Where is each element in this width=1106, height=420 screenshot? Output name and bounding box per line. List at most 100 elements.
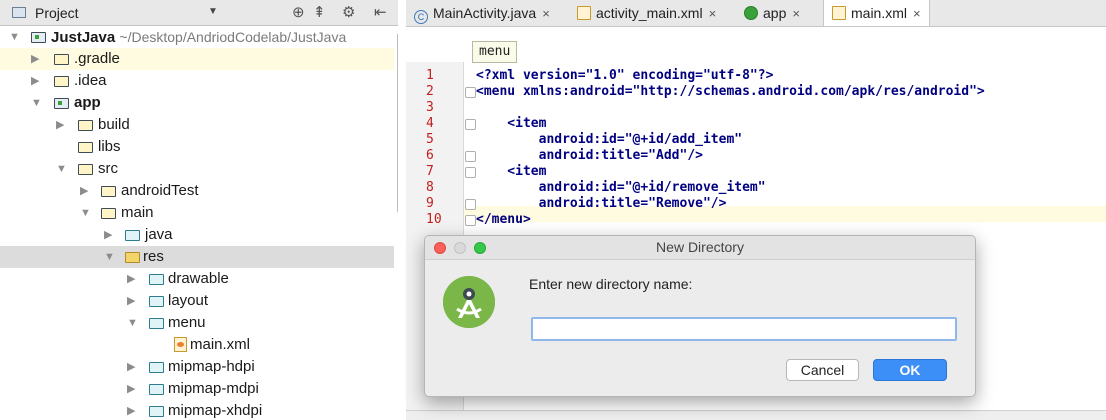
fold-marker-icon[interactable] xyxy=(465,199,476,210)
breadcrumb[interactable]: menu xyxy=(472,41,518,63)
crosshair-icon[interactable]: ⊕ xyxy=(292,3,305,21)
chevron-down-icon[interactable]: ▼ xyxy=(9,26,20,48)
code-line[interactable]: <item xyxy=(476,164,546,180)
tree-item-mipmap-mdpi[interactable]: ▶ mipmap-mdpi xyxy=(0,378,394,400)
fold-marker-icon[interactable] xyxy=(465,87,476,98)
tree-item-label: main xyxy=(121,204,154,221)
folder-icon xyxy=(54,54,69,65)
dialog-prompt: Enter new directory name: xyxy=(529,276,693,292)
fold-marker-icon[interactable] xyxy=(465,151,476,162)
project-scrollbar[interactable] xyxy=(397,32,398,214)
code-line[interactable]: </menu> xyxy=(476,212,531,228)
close-icon[interactable]: × xyxy=(913,6,921,21)
code-line[interactable]: android:id="@+id/add_item" xyxy=(476,132,743,148)
folder-icon xyxy=(101,208,116,219)
tree-item-label: main.xml xyxy=(190,336,251,353)
chevron-right-icon[interactable]: ▶ xyxy=(127,356,135,378)
chevron-down-icon[interactable]: ▼ xyxy=(208,6,218,17)
tree-item-mipmap-hdpi[interactable]: ▶ mipmap-hdpi xyxy=(0,356,394,378)
chevron-right-icon[interactable]: ▶ xyxy=(127,400,135,419)
tree-item-label: mipmap-hdpi xyxy=(168,358,255,375)
chevron-right-icon[interactable]: ▶ xyxy=(127,268,135,290)
code-line[interactable]: <item xyxy=(476,116,546,132)
package-folder-icon xyxy=(149,274,164,285)
close-icon[interactable]: × xyxy=(792,6,800,21)
tree-item-libs[interactable]: libs xyxy=(0,136,394,158)
chevron-right-icon[interactable]: ▶ xyxy=(104,224,112,246)
fold-marker-icon[interactable] xyxy=(465,167,476,178)
tree-item-label: androidTest xyxy=(121,182,199,199)
tree-item-src[interactable]: ▼ src xyxy=(0,158,394,180)
tree-item-label: layout xyxy=(168,292,209,309)
line-number: 7 xyxy=(426,164,434,179)
folder-icon xyxy=(78,120,93,131)
code-line[interactable]: android:title="Add"/> xyxy=(476,148,703,164)
code-line[interactable]: <?xml version="1.0" encoding="utf-8"?> xyxy=(476,68,773,84)
chevron-right-icon[interactable]: ▶ xyxy=(31,70,39,92)
tree-item-main-xml[interactable]: main.xml xyxy=(0,334,394,356)
xml-icon xyxy=(832,6,846,20)
tree-item-main[interactable]: ▼ main xyxy=(0,202,394,224)
chevron-right-icon[interactable]: ▶ xyxy=(127,378,135,400)
tree-item-java[interactable]: ▶ java xyxy=(0,224,394,246)
code-line[interactable]: <menu xmlns:android="http://schemas.andr… xyxy=(476,84,985,100)
project-panel-title[interactable]: Project xyxy=(35,5,79,21)
chevron-right-icon[interactable]: ▶ xyxy=(31,48,39,70)
directory-name-input[interactable] xyxy=(531,317,957,341)
line-number: 3 xyxy=(426,100,434,115)
tree-item-gradle[interactable]: ▶ .gradle xyxy=(0,48,394,70)
line-number: 2 xyxy=(426,84,434,99)
folder-icon xyxy=(78,142,93,153)
project-panel: Project ▼ ⊕ ⇞ ⚙ ⇤ ▼ JustJava ~/Desktop/A… xyxy=(0,0,398,419)
ok-button[interactable]: OK xyxy=(873,359,947,381)
tree-item-app[interactable]: ▼ app xyxy=(0,92,394,114)
chevron-down-icon[interactable]: ▼ xyxy=(56,158,67,180)
hide-icon[interactable]: ⇤ xyxy=(374,3,387,21)
tree-item-justjava[interactable]: ▼ JustJava ~/Desktop/AndriodCodelab/Just… xyxy=(0,26,394,48)
code-line[interactable]: android:title="Remove"/> xyxy=(476,196,727,212)
code-line[interactable]: android:id="@+id/remove_item" xyxy=(476,180,766,196)
tree-item-label: drawable xyxy=(168,270,229,287)
close-icon[interactable]: × xyxy=(709,6,717,21)
chevron-right-icon[interactable]: ▶ xyxy=(56,114,64,136)
line-number: 8 xyxy=(426,180,434,195)
tree-item-label: JustJava ~/Desktop/AndriodCodelab/JustJa… xyxy=(51,26,346,49)
chevron-down-icon[interactable]: ▼ xyxy=(127,312,138,334)
chevron-down-icon[interactable]: ▼ xyxy=(80,202,91,224)
tree-item-layout[interactable]: ▶ layout xyxy=(0,290,394,312)
tree-item-label: build xyxy=(98,116,130,133)
tab-mainactivity-java[interactable]: C MainActivity.java × xyxy=(414,0,550,26)
project-name: JustJava xyxy=(51,29,116,46)
tree-item-res[interactable]: ▼ res xyxy=(0,246,394,268)
cancel-button[interactable]: Cancel xyxy=(786,359,859,381)
source-folder-icon xyxy=(125,230,140,241)
line-number: 1 xyxy=(426,68,434,83)
chevron-down-icon[interactable]: ▼ xyxy=(104,246,115,268)
tab-label: MainActivity.java xyxy=(433,5,537,21)
tree-item-label: mipmap-mdpi xyxy=(168,380,259,397)
chevron-down-icon[interactable]: ▼ xyxy=(31,92,42,114)
tree-item-mipmap-xhdpi[interactable]: ▶ mipmap-xhdpi xyxy=(0,400,394,419)
tab-app[interactable]: app × xyxy=(744,0,800,26)
tree-item-menu[interactable]: ▼ menu xyxy=(0,312,394,334)
tree-item-drawable[interactable]: ▶ drawable xyxy=(0,268,394,290)
fold-marker-icon[interactable] xyxy=(465,119,476,130)
tree-item-idea[interactable]: ▶ .idea xyxy=(0,70,394,92)
android-studio-logo-graphic xyxy=(443,276,495,328)
chevron-right-icon[interactable]: ▶ xyxy=(80,180,88,202)
close-icon[interactable]: × xyxy=(542,6,550,21)
collapse-icon[interactable]: ⇞ xyxy=(313,3,326,21)
android-app-icon xyxy=(744,6,758,20)
line-number: 10 xyxy=(426,212,442,227)
tree-item-label: res xyxy=(143,248,164,265)
tab-main-xml[interactable]: main.xml × xyxy=(823,0,930,26)
line-number: 6 xyxy=(426,148,434,163)
gear-icon[interactable]: ⚙ xyxy=(342,3,355,21)
fold-marker-icon[interactable] xyxy=(465,215,476,226)
dialog-title: New Directory xyxy=(656,239,744,255)
line-number: 5 xyxy=(426,132,434,147)
tree-item-build[interactable]: ▶ build xyxy=(0,114,394,136)
chevron-right-icon[interactable]: ▶ xyxy=(127,290,135,312)
tab-activity-main-xml[interactable]: activity_main.xml × xyxy=(577,0,716,26)
tree-item-androidtest[interactable]: ▶ androidTest xyxy=(0,180,394,202)
